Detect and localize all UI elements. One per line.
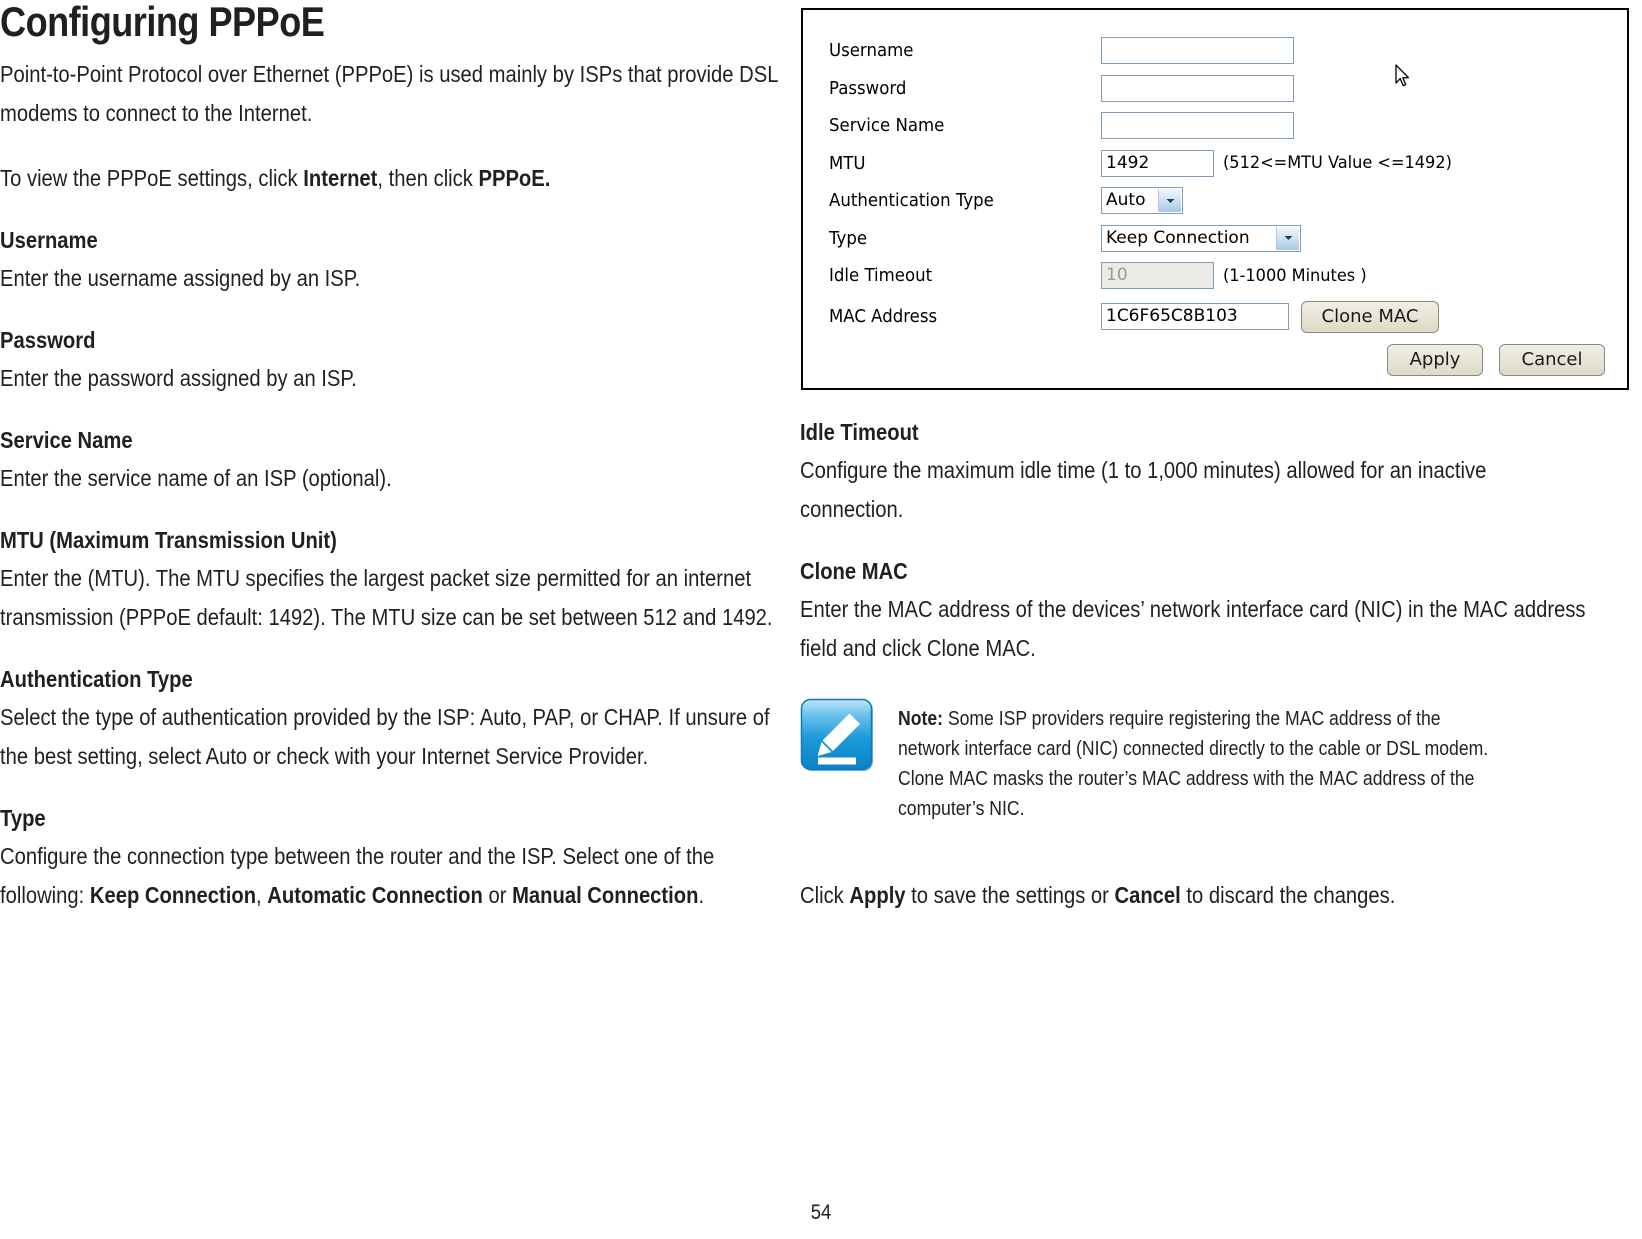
section-text-service-name: Enter the service name of an ISP (option…: [0, 464, 392, 491]
section-text-clone-mac: Enter the MAC address of the devices’ ne…: [800, 596, 1586, 661]
form-action-buttons: Apply Cancel: [1387, 344, 1605, 376]
right-column: Idle Timeout Configure the maximum idle …: [800, 416, 1590, 941]
section-text-mtu: Enter the (MTU). The MTU specifies the l…: [0, 564, 773, 630]
section-heading-type: Type: [0, 804, 46, 831]
service-name-input[interactable]: [1101, 112, 1294, 140]
section-text-authentication-type: Select the type of authentication provid…: [0, 703, 770, 769]
mtu-label: MTU: [829, 152, 866, 174]
view-instruction-prefix: To view the PPPoE settings, click: [0, 164, 304, 191]
mtu-input[interactable]: 1492: [1101, 149, 1214, 177]
mtu-range-hint: (512<=MTU Value <=1492): [1223, 153, 1452, 174]
cancel-button[interactable]: Cancel: [1499, 344, 1605, 376]
type-text-sep1: ,: [256, 881, 268, 908]
section-heading-username: Username: [0, 226, 98, 253]
authentication-type-select[interactable]: Auto: [1101, 187, 1183, 215]
type-label: Type: [829, 227, 868, 249]
username-input[interactable]: [1101, 37, 1294, 65]
connection-type-select[interactable]: Keep Connection: [1101, 224, 1301, 252]
automatic-connection-ref: Automatic Connection: [267, 881, 483, 908]
page-title: Configuring PPPoE: [0, 0, 325, 45]
type-text-sep2: or: [482, 881, 513, 908]
form-row-type: Type Keep Connection: [829, 220, 1609, 258]
intro-paragraph: Point-to-Point Protocol over Ethernet (P…: [0, 60, 778, 126]
authentication-type-value: Auto: [1106, 190, 1146, 211]
section-text-username: Enter the username assigned by an ISP.: [0, 264, 361, 291]
section-text-type: Configure the connection type between th…: [0, 837, 788, 915]
form-row-mac-address: MAC Address 1C6F65C8B103 Clone MAC: [829, 295, 1609, 339]
closing-paragraph: Click Apply to save the settings or Canc…: [800, 876, 1588, 915]
authentication-type-label: Authentication Type: [829, 190, 994, 212]
view-instruction-middle: , then click: [377, 164, 479, 191]
note-content: Some ISP providers require registering t…: [898, 708, 1489, 820]
internet-menu-ref: Internet: [303, 164, 378, 191]
closing-suffix: to discard the changes.: [1180, 882, 1396, 908]
section-heading-mtu: MTU (Maximum Transmission Unit): [0, 526, 337, 553]
connection-type-value: Keep Connection: [1106, 227, 1250, 248]
mac-address-label: MAC Address: [829, 306, 938, 327]
note-label: Note:: [898, 708, 943, 730]
note-text: Note: Some ISP providers require registe…: [898, 698, 1507, 824]
username-label: Username: [829, 40, 914, 62]
closing-middle: to save the settings or: [905, 882, 1115, 908]
form-row-authentication-type: Authentication Type Auto: [829, 182, 1609, 220]
keep-connection-ref: Keep Connection: [89, 881, 257, 908]
note-box: Note: Some ISP providers require registe…: [800, 698, 1590, 824]
idle-timeout-range-hint: (1-1000 Minutes ): [1223, 265, 1367, 286]
password-input[interactable]: [1101, 74, 1294, 102]
section-text-password: Enter the password assigned by an ISP.: [0, 364, 357, 391]
page-number: 54: [810, 1201, 832, 1224]
section-heading-authentication-type: Authentication Type: [0, 665, 193, 692]
section-text-idle-timeout: Configure the maximum idle time (1 to 1,…: [800, 457, 1487, 522]
section-heading-clone-mac: Clone MAC: [800, 558, 908, 584]
form-row-service-name: Service Name: [829, 107, 1609, 145]
pppoe-menu-ref: PPPoE.: [478, 164, 551, 191]
form-row-idle-timeout: Idle Timeout 10 (1-1000 Minutes ): [829, 257, 1609, 295]
manual-connection-ref: Manual Connection: [512, 881, 699, 908]
password-label: Password: [829, 77, 907, 99]
apply-button[interactable]: Apply: [1387, 344, 1483, 376]
clone-mac-button[interactable]: Clone MAC: [1301, 300, 1439, 333]
section-heading-password: Password: [0, 326, 96, 353]
service-name-label: Service Name: [829, 115, 945, 137]
mac-address-input[interactable]: 1C6F65C8B103: [1101, 303, 1289, 330]
chevron-down-icon[interactable]: [1276, 226, 1299, 250]
form-row-password: Password: [829, 70, 1609, 108]
form-row-username: Username: [829, 32, 1609, 70]
cancel-ref: Cancel: [1114, 882, 1181, 908]
form-row-mtu: MTU 1492 (512<=MTU Value <=1492): [829, 145, 1609, 183]
router-settings-screenshot: Username Password Service Name MTU 1492 …: [801, 8, 1629, 390]
chevron-down-icon[interactable]: [1158, 189, 1181, 213]
note-pencil-icon: [800, 698, 876, 774]
pppoe-settings-form: Username Password Service Name MTU 1492 …: [829, 32, 1609, 339]
document-page: Configuring PPPoE Point-to-Point Protoco…: [0, 0, 1642, 1239]
type-text-suffix: .: [698, 881, 705, 908]
apply-ref: Apply: [849, 882, 906, 908]
view-instruction-paragraph: To view the PPPoE settings, click Intern…: [0, 159, 788, 198]
idle-timeout-label: Idle Timeout: [829, 265, 933, 287]
idle-timeout-input[interactable]: 10: [1101, 262, 1214, 290]
left-column: Configuring PPPoE Point-to-Point Protoco…: [0, 0, 790, 941]
section-heading-service-name: Service Name: [0, 426, 133, 453]
mouse-pointer-icon: [1395, 64, 1410, 87]
section-heading-idle-timeout: Idle Timeout: [800, 419, 919, 445]
closing-prefix: Click: [800, 882, 850, 908]
